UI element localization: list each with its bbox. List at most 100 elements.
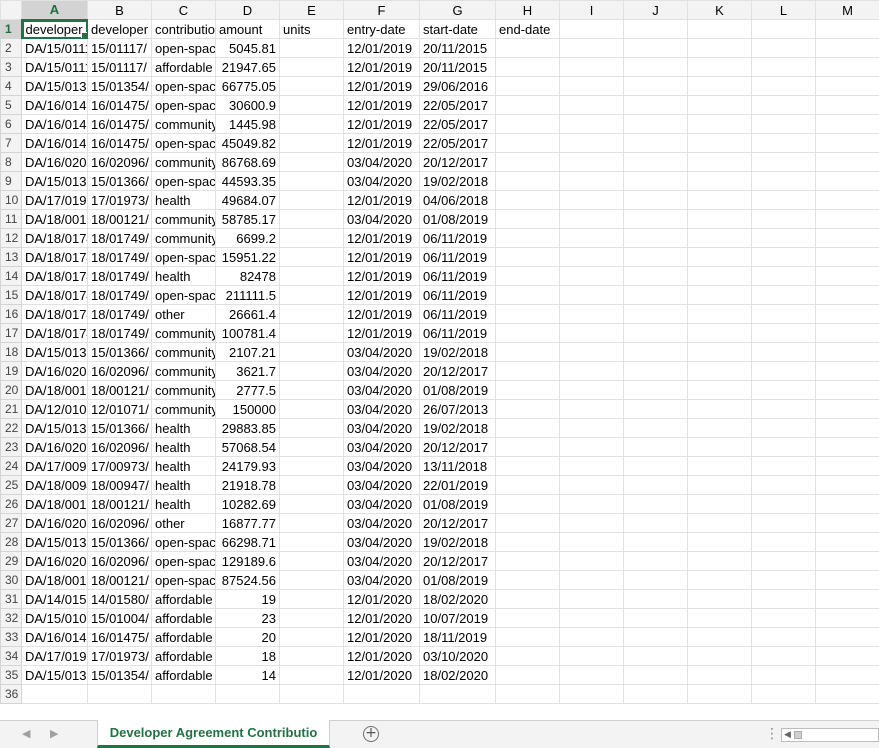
cell-k8[interactable]	[687, 152, 752, 172]
cell-i33[interactable]	[559, 627, 624, 647]
cell-l24[interactable]	[751, 456, 816, 476]
cell-e11[interactable]	[279, 209, 344, 229]
cell-e25[interactable]	[279, 475, 344, 495]
cell-c17[interactable]: community	[151, 323, 216, 343]
cell-l17[interactable]	[751, 323, 816, 343]
cell-j9[interactable]	[623, 171, 688, 191]
row-header[interactable]: 14	[0, 266, 22, 286]
cell-h15[interactable]	[495, 285, 560, 305]
cell-j20[interactable]	[623, 380, 688, 400]
cell-h29[interactable]	[495, 551, 560, 571]
cell-h36[interactable]	[495, 684, 560, 704]
cell-j36[interactable]	[623, 684, 688, 704]
cell-f10[interactable]: 12/01/2019	[343, 190, 420, 210]
cell-d24[interactable]: 24179.93	[215, 456, 280, 476]
column-header-g[interactable]: G	[419, 0, 496, 20]
cell-a30[interactable]: DA/18/00121	[21, 570, 88, 590]
cell-e3[interactable]	[279, 57, 344, 77]
cell-i7[interactable]	[559, 133, 624, 153]
cell-d11[interactable]: 58785.17	[215, 209, 280, 229]
cell-k21[interactable]	[687, 399, 752, 419]
cell-a20[interactable]: DA/18/00121	[21, 380, 88, 400]
cell-m6[interactable]	[815, 114, 879, 134]
cell-a16[interactable]: DA/18/01749	[21, 304, 88, 324]
cell-j17[interactable]	[623, 323, 688, 343]
cell-h1[interactable]: end-date	[495, 19, 560, 39]
cell-d14[interactable]: 82478	[215, 266, 280, 286]
cell-e2[interactable]	[279, 38, 344, 58]
cell-m16[interactable]	[815, 304, 879, 324]
cell-i19[interactable]	[559, 361, 624, 381]
cell-m35[interactable]	[815, 665, 879, 685]
cell-d23[interactable]: 57068.54	[215, 437, 280, 457]
cell-j28[interactable]	[623, 532, 688, 552]
cell-k24[interactable]	[687, 456, 752, 476]
cell-d3[interactable]: 21947.65	[215, 57, 280, 77]
cell-h14[interactable]	[495, 266, 560, 286]
column-header-d[interactable]: D	[215, 0, 280, 20]
cell-b1[interactable]: developer	[87, 19, 152, 39]
cell-i12[interactable]	[559, 228, 624, 248]
cell-b9[interactable]: 15/01366/	[87, 171, 152, 191]
cell-m18[interactable]	[815, 342, 879, 362]
row-header[interactable]: 8	[0, 152, 22, 172]
cell-d32[interactable]: 23	[215, 608, 280, 628]
cell-h6[interactable]	[495, 114, 560, 134]
cell-h25[interactable]	[495, 475, 560, 495]
scrollbar-thumb[interactable]	[794, 731, 802, 739]
cell-i22[interactable]	[559, 418, 624, 438]
cell-c29[interactable]: open-space	[151, 551, 216, 571]
cell-f29[interactable]: 03/04/2020	[343, 551, 420, 571]
row-header[interactable]: 13	[0, 247, 22, 267]
row-header[interactable]: 10	[0, 190, 22, 210]
cell-k20[interactable]	[687, 380, 752, 400]
cell-l28[interactable]	[751, 532, 816, 552]
cell-k7[interactable]	[687, 133, 752, 153]
cell-m13[interactable]	[815, 247, 879, 267]
cell-l20[interactable]	[751, 380, 816, 400]
cell-j33[interactable]	[623, 627, 688, 647]
cell-a33[interactable]: DA/16/01475	[21, 627, 88, 647]
cell-d22[interactable]: 29883.85	[215, 418, 280, 438]
cell-k31[interactable]	[687, 589, 752, 609]
cell-i30[interactable]	[559, 570, 624, 590]
cell-d15[interactable]: 211111.5	[215, 285, 280, 305]
cell-l36[interactable]	[751, 684, 816, 704]
cell-h10[interactable]	[495, 190, 560, 210]
cell-m19[interactable]	[815, 361, 879, 381]
cell-g18[interactable]: 19/02/2018	[419, 342, 496, 362]
cell-i8[interactable]	[559, 152, 624, 172]
cell-a19[interactable]: DA/16/02096	[21, 361, 88, 381]
cell-h17[interactable]	[495, 323, 560, 343]
cell-e5[interactable]	[279, 95, 344, 115]
cell-l35[interactable]	[751, 665, 816, 685]
cell-d35[interactable]: 14	[215, 665, 280, 685]
cell-h22[interactable]	[495, 418, 560, 438]
cell-k28[interactable]	[687, 532, 752, 552]
cell-h20[interactable]	[495, 380, 560, 400]
cell-c4[interactable]: open-space	[151, 76, 216, 96]
cell-f15[interactable]: 12/01/2019	[343, 285, 420, 305]
cell-c6[interactable]: community	[151, 114, 216, 134]
cell-h33[interactable]	[495, 627, 560, 647]
cell-m32[interactable]	[815, 608, 879, 628]
cell-f32[interactable]: 12/01/2020	[343, 608, 420, 628]
cell-c32[interactable]: affordable	[151, 608, 216, 628]
cell-b10[interactable]: 17/01973/	[87, 190, 152, 210]
cell-i21[interactable]	[559, 399, 624, 419]
cell-i5[interactable]	[559, 95, 624, 115]
cell-e1[interactable]: units	[279, 19, 344, 39]
cell-d9[interactable]: 44593.35	[215, 171, 280, 191]
column-header-e[interactable]: E	[279, 0, 344, 20]
cell-l31[interactable]	[751, 589, 816, 609]
cell-m20[interactable]	[815, 380, 879, 400]
cell-g25[interactable]: 22/01/2019	[419, 475, 496, 495]
cell-l12[interactable]	[751, 228, 816, 248]
cell-b21[interactable]: 12/01071/	[87, 399, 152, 419]
column-header-h[interactable]: H	[495, 0, 560, 20]
cell-i1[interactable]	[559, 19, 624, 39]
cell-m31[interactable]	[815, 589, 879, 609]
cell-e33[interactable]	[279, 627, 344, 647]
cell-d21[interactable]: 150000	[215, 399, 280, 419]
cell-i9[interactable]	[559, 171, 624, 191]
